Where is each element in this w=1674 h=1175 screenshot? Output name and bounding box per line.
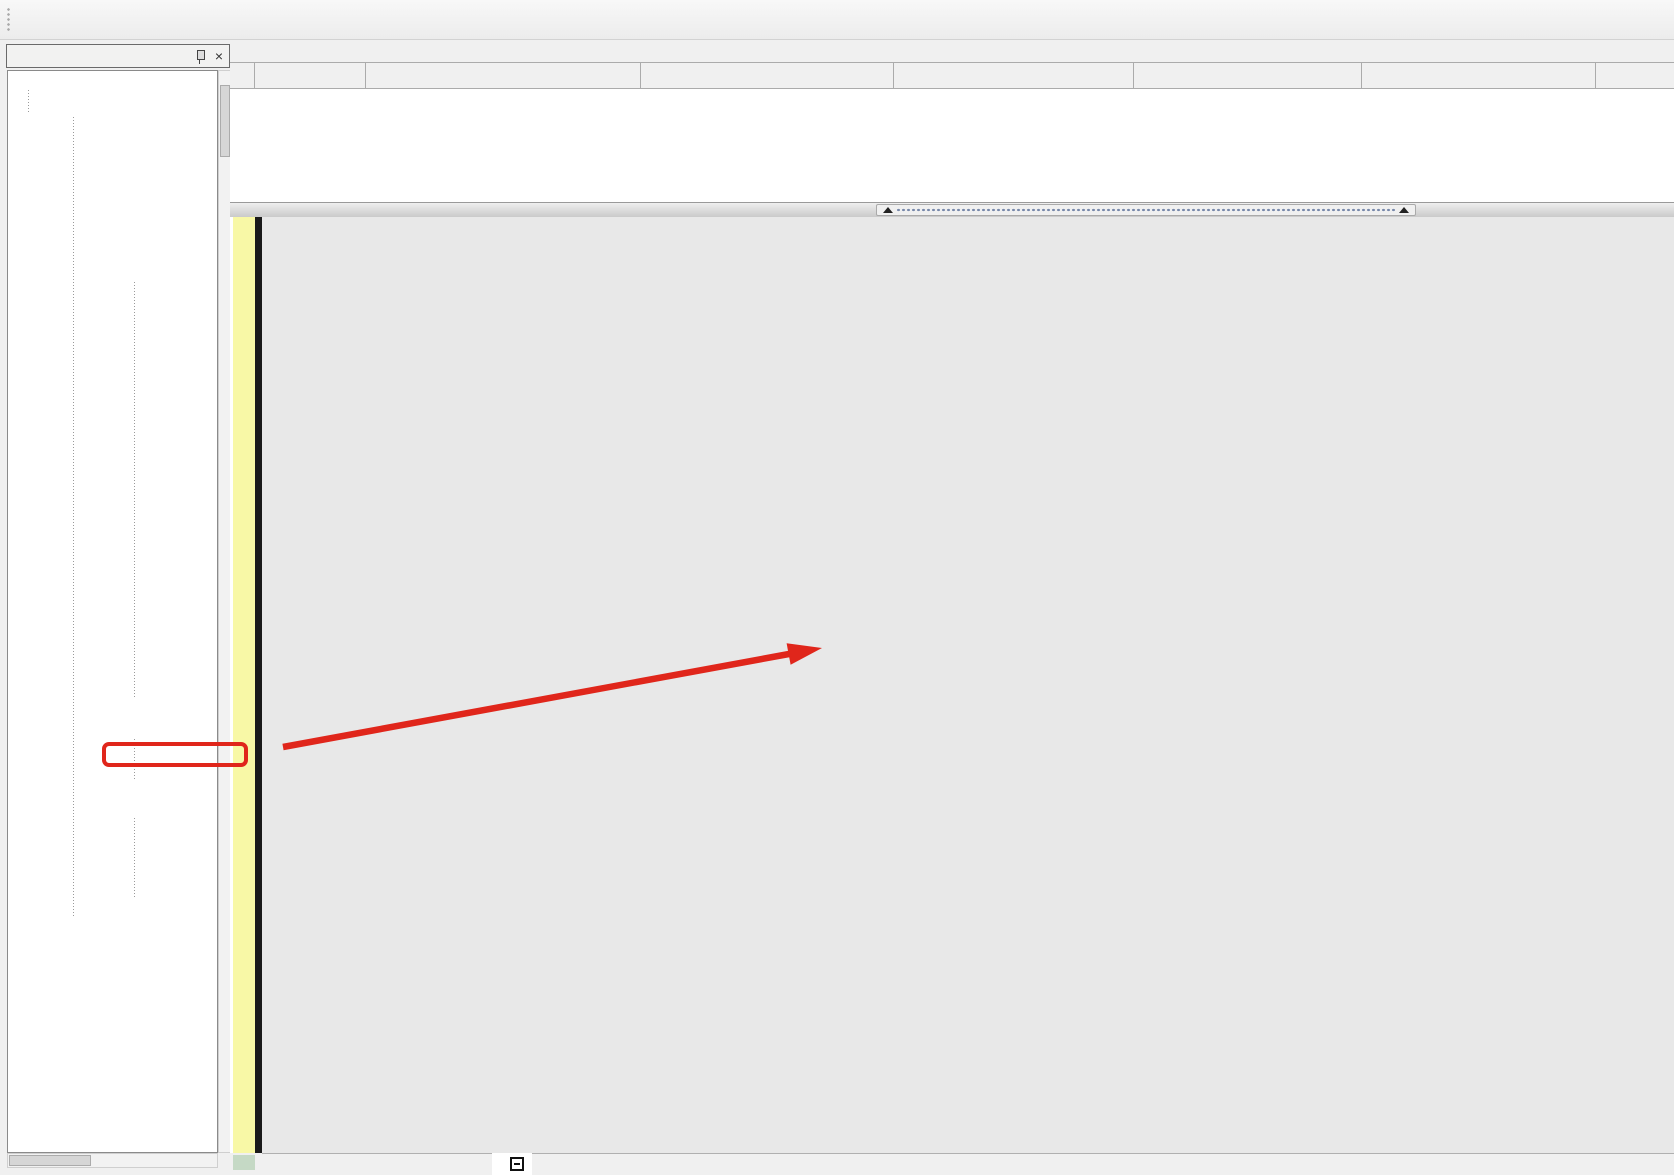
ladder-left-bus [255,217,262,1153]
column-header[interactable] [255,63,366,89]
collapse-up-icon[interactable] [883,202,893,213]
column-header[interactable] [641,63,894,89]
table-body [230,89,1674,204]
splitter-dots[interactable] [896,208,1396,212]
horizontal-splitter[interactable] [230,202,1674,218]
tree-connector [134,282,135,699]
tree-connector [73,117,74,918]
project-tree [7,70,218,1153]
ladder-margin-strip [233,217,255,1153]
scrollbar-thumb[interactable] [220,85,230,157]
ladder-rungs [830,217,1370,1153]
scrollbar-thumb[interactable] [9,1155,91,1166]
close-icon[interactable]: × [215,49,223,63]
section-collapse-button[interactable] [510,1157,524,1171]
main-toolbar [0,0,1674,40]
tree-connector [28,90,29,112]
row-header [230,63,255,89]
panel-header: × [6,44,230,68]
column-header[interactable] [1362,63,1596,89]
column-header[interactable] [894,63,1134,89]
column-header[interactable] [366,63,641,89]
local-symbol-table [230,40,1674,202]
splitter-grip[interactable] [876,204,1416,216]
toolbar-grip[interactable] [6,7,11,33]
tree-connector [134,818,135,898]
annotation-highlight-box [102,742,248,767]
table-header [230,63,1674,89]
ladder-editor [230,217,1674,1153]
table-title [230,40,1674,63]
pin-icon[interactable] [195,49,205,64]
tree-horizontal-scrollbar[interactable] [7,1153,218,1168]
section-row [492,1153,532,1175]
column-header[interactable] [1134,63,1362,89]
collapse-up-icon[interactable] [1399,202,1409,213]
column-header-filler [1596,63,1674,89]
project-manager-panel: × [4,42,232,1168]
